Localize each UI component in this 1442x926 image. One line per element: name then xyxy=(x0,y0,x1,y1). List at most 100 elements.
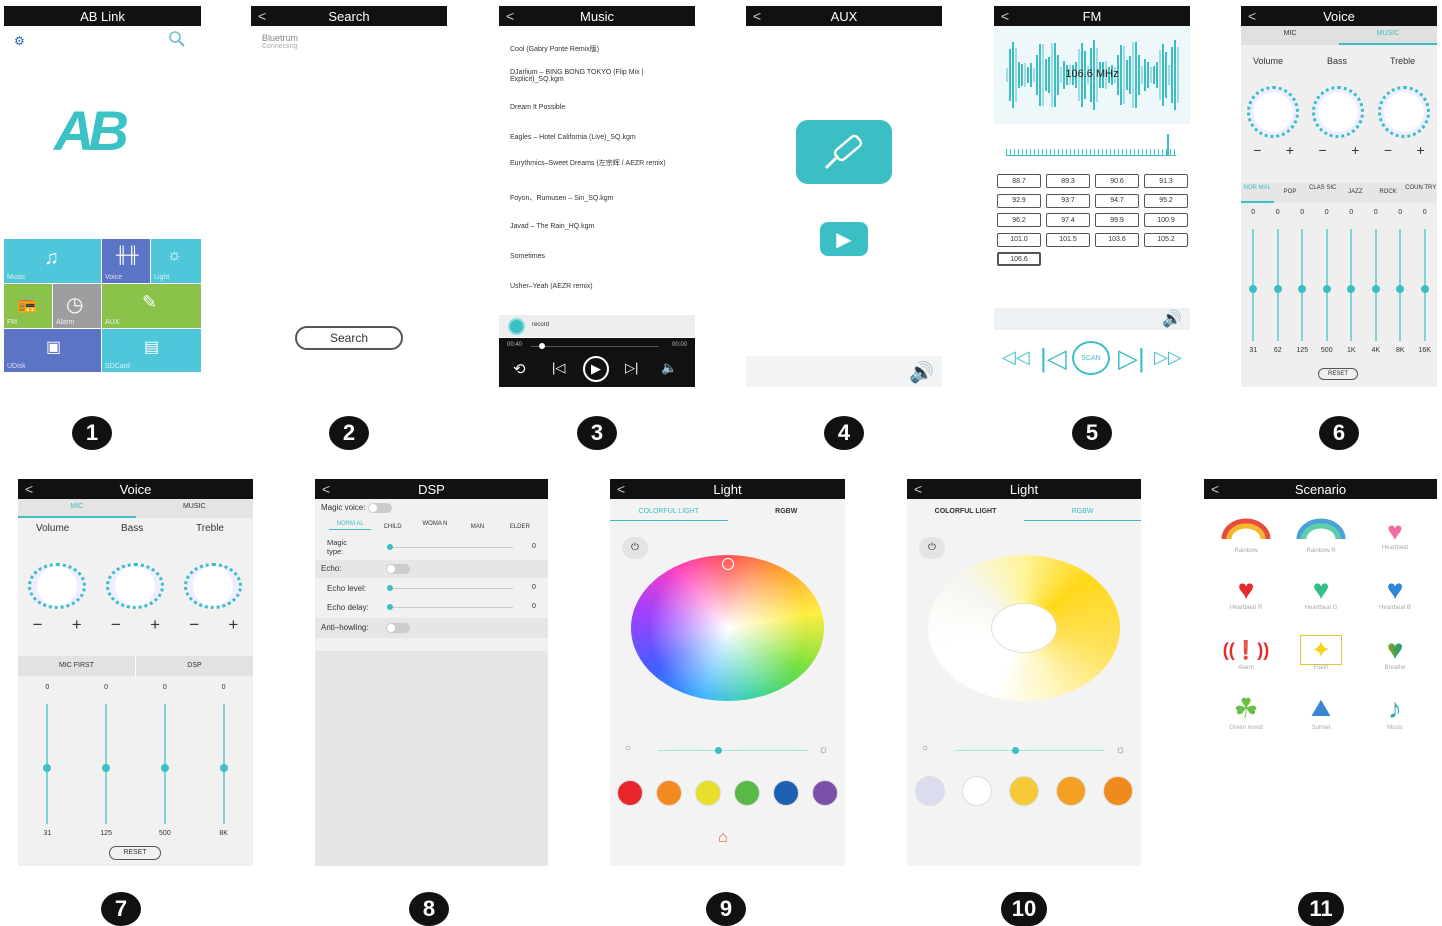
eq-mode-country[interactable]: COUN TRY xyxy=(1404,183,1437,203)
fm-preset-button[interactable]: 103.6 xyxy=(1095,232,1139,247)
search-button[interactable]: Search xyxy=(295,326,403,350)
scenario-heartbeat-g[interactable]: ♥ Heartbeat G xyxy=(1291,575,1351,615)
scenario-heartbeat-r[interactable]: ♥ Heartbeat R xyxy=(1216,575,1276,615)
back-icon[interactable]: < xyxy=(1248,9,1256,23)
back-icon[interactable]: < xyxy=(1001,9,1009,23)
magic-type-slider[interactable] xyxy=(387,544,513,550)
scenario-flash[interactable]: ✦ Flash xyxy=(1291,635,1351,675)
magic-voice-toggle[interactable] xyxy=(367,503,392,513)
song-item[interactable]: Sometimes xyxy=(510,253,685,283)
color-swatch[interactable] xyxy=(962,776,993,806)
tab-dsp[interactable]: DSP xyxy=(136,656,253,676)
play-button[interactable]: ▶ xyxy=(820,222,868,256)
tile-light[interactable]: ☼ Light xyxy=(151,239,201,283)
reset-button[interactable]: RESET xyxy=(109,846,161,860)
back-icon[interactable]: < xyxy=(617,482,625,496)
plus-icon[interactable]: + xyxy=(72,615,82,635)
back-icon[interactable]: < xyxy=(1211,482,1219,496)
seek-back-icon[interactable]: ◁◁ xyxy=(1002,347,1030,368)
scenario-alarm[interactable]: ((❗)) Alarm xyxy=(1216,635,1276,675)
color-swatch[interactable] xyxy=(734,780,761,806)
brightness-slider[interactable] xyxy=(658,747,808,754)
tuner-scale[interactable] xyxy=(1006,142,1176,156)
scenario-sunset[interactable]: ⛰ Sunset xyxy=(1291,693,1351,735)
plus-icon[interactable]: + xyxy=(1351,142,1359,158)
song-item[interactable]: Javad – The Rain_HQ.kgm xyxy=(510,223,685,253)
eq-band-slider[interactable] xyxy=(1347,229,1356,341)
tile-udisk[interactable]: ▣ UDisk xyxy=(4,329,101,372)
song-item[interactable]: Dream It Possible xyxy=(510,104,685,134)
tab-rgbw[interactable]: RGBW xyxy=(1024,499,1141,521)
song-item[interactable]: Cool (Gabry Ponte Remix版) xyxy=(510,44,685,69)
fm-preset-button[interactable]: 94.7 xyxy=(1095,193,1139,208)
repeat-icon[interactable]: ⟲ xyxy=(513,360,526,378)
voice-type-man[interactable]: MAN xyxy=(456,521,498,530)
fm-preset-button[interactable]: 106.6 xyxy=(997,252,1041,266)
gear-icon[interactable]: ⚙ xyxy=(14,34,25,48)
eq-band-slider[interactable] xyxy=(160,704,169,824)
scenario-rainbow-r[interactable]: Rainbow R xyxy=(1291,517,1351,557)
song-item[interactable]: DJarlium – BING BONG TOKYO (Flip Mix | E… xyxy=(510,69,685,104)
tab-music[interactable]: MUSIC xyxy=(136,499,254,518)
eq-band-slider[interactable] xyxy=(102,704,111,824)
fm-preset-button[interactable]: 96.2 xyxy=(997,213,1041,227)
eq-band-slider[interactable] xyxy=(1298,229,1307,341)
tile-sdcard[interactable]: ▤ SDCard xyxy=(102,329,201,372)
back-icon[interactable]: < xyxy=(258,9,266,23)
eq-mode-rock[interactable]: ROCK xyxy=(1372,183,1405,203)
fm-preset-button[interactable]: 88.7 xyxy=(997,174,1041,188)
color-swatch[interactable] xyxy=(1055,776,1086,806)
color-picker-handle[interactable] xyxy=(722,558,734,570)
tile-fm[interactable]: 📻 FM xyxy=(4,284,52,328)
fm-preset-button[interactable]: 93.7 xyxy=(1046,193,1090,208)
device-list-item[interactable]: Bluetrum Connecting xyxy=(262,33,298,50)
volume-knob[interactable] xyxy=(28,563,86,609)
minus-icon[interactable]: − xyxy=(1253,142,1261,158)
minus-icon[interactable]: − xyxy=(1319,142,1327,158)
echo-level-slider[interactable] xyxy=(387,585,513,591)
progress-thumb[interactable] xyxy=(538,343,545,349)
tab-music[interactable]: MUSIC xyxy=(1339,26,1437,45)
progress-track[interactable] xyxy=(531,343,659,349)
back-icon[interactable]: < xyxy=(25,482,33,496)
eq-mode-classic[interactable]: CLAS SIC xyxy=(1306,183,1339,203)
reset-button[interactable]: RESET xyxy=(1318,368,1358,380)
tab-mic-first[interactable]: MIC FIRST xyxy=(18,656,136,676)
search-icon[interactable] xyxy=(168,30,185,47)
song-item[interactable]: Eagles – Hotel California (Live)_SQ.kgm xyxy=(510,134,685,158)
plus-icon[interactable]: + xyxy=(228,615,238,635)
color-wheel[interactable] xyxy=(631,555,824,701)
volume-icon[interactable]: 🔈 xyxy=(661,360,677,376)
eq-band-slider[interactable] xyxy=(1371,229,1380,341)
volume-knob[interactable] xyxy=(1247,86,1299,138)
seek-forward-icon[interactable]: ▷▷ xyxy=(1154,347,1182,368)
color-swatch[interactable] xyxy=(694,780,721,806)
scenario-rainbow[interactable]: Rainbow xyxy=(1216,517,1276,557)
tile-voice[interactable]: ╫╫ Voice xyxy=(102,239,150,283)
tab-colorful-light[interactable]: COLORFUL LIGHT xyxy=(610,499,728,521)
color-swatch[interactable] xyxy=(616,780,643,806)
eq-band-slider[interactable] xyxy=(1396,229,1405,341)
tile-alarm[interactable]: ◷ Alarm xyxy=(53,284,101,328)
song-item[interactable]: Foyon、Rumusen – Sin_SQ.kgm xyxy=(510,193,685,223)
fm-preset-button[interactable]: 97.4 xyxy=(1046,213,1090,227)
plus-icon[interactable]: + xyxy=(1286,142,1294,158)
color-swatch[interactable] xyxy=(773,780,800,806)
eq-band-slider[interactable] xyxy=(1273,229,1282,341)
scenario-heartbeat-b[interactable]: ♥ Heartbeat B xyxy=(1365,575,1425,615)
song-item[interactable]: Usher–Yeah (AEZR remix) xyxy=(510,283,685,303)
power-icon[interactable]: ⏻ xyxy=(622,537,648,559)
tab-mic[interactable]: MIC xyxy=(1241,26,1339,45)
home-icon[interactable]: ⌂ xyxy=(718,829,728,847)
color-swatch[interactable] xyxy=(655,780,682,806)
power-icon[interactable]: ⏻ xyxy=(919,537,945,559)
bass-knob[interactable] xyxy=(106,563,164,609)
eq-mode-pop[interactable]: POP xyxy=(1274,183,1307,203)
treble-knob[interactable] xyxy=(184,563,242,609)
color-swatch[interactable] xyxy=(915,776,946,806)
volume-icon[interactable]: 🔊 xyxy=(1162,309,1182,329)
color-swatch[interactable] xyxy=(1102,776,1133,806)
fm-preset-button[interactable]: 89.3 xyxy=(1046,174,1090,188)
echo-delay-slider[interactable] xyxy=(387,604,513,610)
brightness-slider[interactable] xyxy=(955,747,1105,754)
